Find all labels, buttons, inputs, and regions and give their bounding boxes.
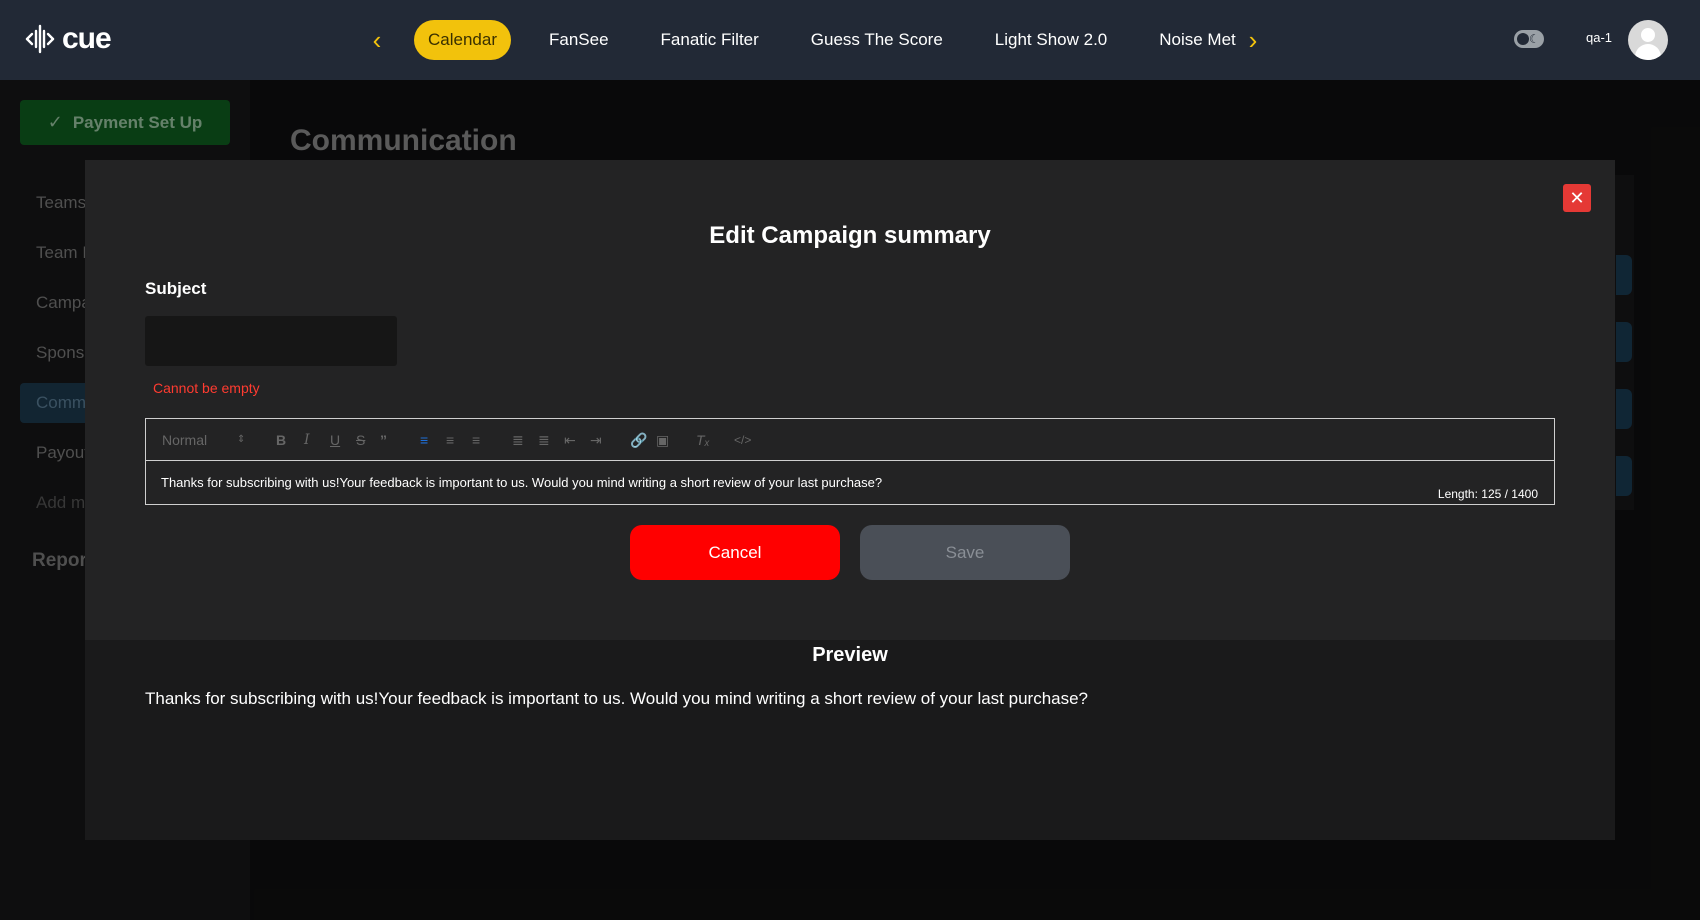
feature-tabs: Calendar FanSee Fanatic Filter Guess The…	[414, 20, 1274, 60]
user-icon-head	[1641, 28, 1655, 42]
align-right-icon[interactable]: ≡	[472, 431, 480, 449]
length-counter: Length: 125 / 1400	[1437, 487, 1538, 501]
editor-toolbar: Normal ⇕ B I U S ” ≡ ≡ ≡ ≣ ≣ ⇤ ⇥ 🔗 ▣ Tₓ …	[146, 419, 1554, 461]
subject-input[interactable]	[145, 316, 397, 366]
top-navigation-bar: cue ‹ Calendar FanSee Fanatic Filter Gue…	[0, 0, 1700, 80]
align-left-icon[interactable]: ≡	[420, 431, 428, 449]
tab-calendar[interactable]: Calendar	[414, 20, 511, 60]
tab-fanatic-filter[interactable]: Fanatic Filter	[647, 20, 773, 60]
link-icon[interactable]: 🔗	[630, 431, 647, 449]
editor-content[interactable]: Thanks for subscribing with us!Your feed…	[161, 475, 882, 490]
code-icon[interactable]: </>	[734, 431, 751, 449]
tab-guess-the-score[interactable]: Guess The Score	[797, 20, 957, 60]
cancel-button[interactable]: Cancel	[630, 525, 840, 580]
user-icon-body	[1635, 44, 1661, 60]
sound-wave-icon	[25, 24, 55, 54]
close-icon[interactable]: ✕	[1563, 184, 1591, 212]
tab-light-show[interactable]: Light Show 2.0	[981, 20, 1121, 60]
strikethrough-icon[interactable]: S	[356, 431, 365, 449]
chevron-left-icon[interactable]: ‹	[365, 26, 389, 54]
chevron-right-icon[interactable]: ›	[1241, 26, 1265, 54]
modal-title: Edit Campaign summary	[709, 222, 991, 249]
save-button[interactable]: Save	[860, 525, 1070, 580]
theme-toggle[interactable]: ☾	[1514, 30, 1544, 48]
toggle-knob	[1517, 33, 1529, 45]
preview-text: Thanks for subscribing with us!Your feed…	[145, 689, 1089, 708]
italic-icon[interactable]: I	[304, 431, 310, 449]
tab-fansee[interactable]: FanSee	[535, 20, 623, 60]
format-select[interactable]: Normal	[162, 431, 207, 449]
indent-icon[interactable]: ⇥	[590, 431, 602, 449]
preview-title: Preview	[812, 644, 888, 666]
blockquote-icon[interactable]: ”	[380, 431, 387, 449]
bullet-list-icon[interactable]: ≣	[538, 431, 550, 449]
select-arrows-icon[interactable]: ⇕	[237, 431, 245, 449]
subject-error-message: Cannot be empty	[153, 380, 260, 396]
align-center-icon[interactable]: ≡	[446, 431, 454, 449]
bold-icon[interactable]: B	[276, 431, 286, 449]
moon-icon: ☾	[1529, 32, 1540, 46]
outdent-icon[interactable]: ⇤	[564, 431, 576, 449]
underline-icon[interactable]: U	[330, 431, 340, 449]
cue-logo[interactable]: cue	[24, 22, 112, 56]
preview-panel	[85, 640, 1615, 840]
avatar[interactable]	[1628, 20, 1668, 60]
logo-text: cue	[62, 22, 112, 55]
subject-label: Subject	[145, 279, 207, 298]
clear-format-icon[interactable]: Tₓ	[696, 431, 710, 449]
rich-text-editor: Normal ⇕ B I U S ” ≡ ≡ ≡ ≣ ≣ ⇤ ⇥ 🔗 ▣ Tₓ …	[145, 418, 1555, 505]
username-label: qa-1	[1586, 30, 1613, 45]
image-icon[interactable]: ▣	[656, 431, 669, 449]
ordered-list-icon[interactable]: ≣	[512, 431, 524, 449]
tab-noise-meter[interactable]: Noise Met	[1145, 20, 1250, 60]
